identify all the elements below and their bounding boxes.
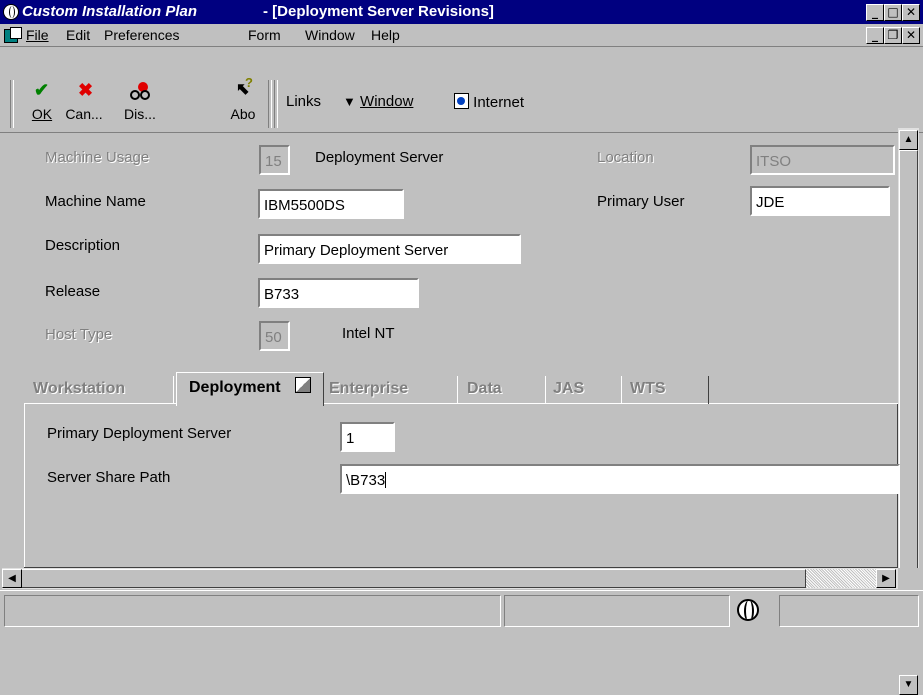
child-restore-button[interactable]: ❐ — [884, 27, 902, 44]
internet-button[interactable]: Internet — [454, 93, 524, 111]
host-type-field: 50 — [259, 321, 290, 351]
tab-jas[interactable]: JAS — [553, 374, 584, 404]
menu-edit[interactable]: Edit — [66, 27, 90, 43]
status-pane-middle — [504, 595, 730, 627]
checkmark-icon: ✔ — [34, 80, 50, 100]
description-field[interactable]: Primary Deployment Server — [258, 234, 521, 264]
toolbar: ✔ OK ✖ Can... Dis... ⬉? Abo Links ▼ Wind… — [0, 75, 923, 132]
internet-icon — [454, 93, 469, 109]
status-pane-main — [4, 595, 501, 627]
display-label: Dis... — [124, 106, 156, 122]
primary-deployment-server-field[interactable]: 1 — [340, 422, 395, 452]
tab-panel: Primary Deployment Server 1 Server Share… — [24, 404, 900, 568]
child-minimize-button[interactable]: _ — [866, 27, 884, 44]
host-type-description: Intel NT — [342, 325, 395, 342]
status-bar — [0, 590, 923, 631]
scroll-right-arrow[interactable]: ▶ — [876, 569, 896, 588]
title-bar[interactable]: Custom Installation Plan - [Deployment S… — [0, 0, 923, 24]
cancel-label: Can... — [65, 106, 103, 122]
tab-workstation[interactable]: Workstation — [33, 374, 125, 404]
horizontal-scrollbar[interactable]: ◀ ▶ — [2, 568, 898, 589]
window-dropdown[interactable]: ▼ Window — [343, 93, 413, 110]
server-share-path-label: Server Share Path — [47, 469, 171, 486]
about-button[interactable]: ⬉? Abo — [222, 75, 264, 128]
tab-corner-icon — [295, 377, 311, 393]
location-label: Location — [597, 149, 654, 166]
primary-deployment-server-label: Primary Deployment Server — [47, 425, 232, 442]
scroll-up-arrow[interactable]: ▲ — [899, 130, 918, 150]
primary-user-field[interactable]: JDE — [750, 186, 890, 216]
triangle-down-icon: ▼ — [343, 94, 356, 109]
vertical-scrollbar[interactable]: ▲ ▼ — [898, 128, 919, 695]
scroll-left-arrow[interactable]: ◀ — [2, 569, 22, 588]
machine-usage-label: Machine Usage — [45, 149, 150, 166]
menu-bar: File Edit Preferences Form Window Help _… — [0, 24, 923, 47]
window-app-title: Custom Installation Plan — [22, 3, 198, 20]
menu-file[interactable]: File — [26, 27, 49, 43]
window-label: Window — [360, 93, 414, 110]
menu-preferences[interactable]: Preferences — [104, 27, 179, 43]
window-doc-title: - [Deployment Server Revisions] — [263, 3, 494, 20]
tab-deployment-label: Deployment — [189, 379, 281, 396]
machine-name-field[interactable]: IBM5500DS — [258, 189, 404, 219]
document-icon[interactable] — [4, 27, 22, 43]
release-field[interactable]: B733 — [258, 278, 419, 308]
machine-usage-field: 15 — [259, 145, 290, 175]
tab-wts[interactable]: WTS — [630, 374, 666, 404]
links-label[interactable]: Links — [286, 93, 321, 110]
location-field: ITSO — [750, 145, 895, 175]
display-button[interactable]: Dis... — [116, 78, 164, 128]
machine-name-label: Machine Name — [45, 193, 146, 210]
help-cursor-icon: ⬉? — [236, 75, 253, 98]
tab-deployment[interactable]: Deployment — [176, 372, 324, 406]
ok-button[interactable]: ✔ OK — [18, 78, 66, 128]
maximize-button[interactable]: □ — [884, 4, 902, 21]
host-type-label: Host Type — [45, 326, 113, 343]
globe-status-icon — [737, 599, 759, 621]
text-cursor — [385, 472, 387, 488]
internet-label: Internet — [473, 94, 525, 111]
minimize-button[interactable]: _ — [866, 4, 884, 21]
primary-user-label: Primary User — [597, 193, 685, 210]
menu-form[interactable]: Form — [248, 27, 281, 43]
vertical-scroll-thumb[interactable] — [899, 150, 918, 580]
close-button[interactable]: ✕ — [902, 4, 920, 21]
tab-data[interactable]: Data — [467, 374, 502, 404]
horizontal-scroll-thumb[interactable] — [22, 569, 806, 588]
machine-usage-description: Deployment Server — [315, 149, 444, 166]
cancel-button[interactable]: ✖ Can... — [60, 78, 108, 128]
child-close-button[interactable]: ✕ — [902, 27, 920, 44]
menu-help[interactable]: Help — [371, 27, 400, 43]
server-share-path-field[interactable]: \B733 — [340, 464, 900, 494]
description-label: Description — [45, 237, 121, 254]
app-globe-icon[interactable] — [3, 4, 19, 20]
x-icon: ✖ — [78, 80, 94, 100]
glasses-icon — [130, 82, 150, 100]
ok-label: OK — [31, 106, 53, 122]
menu-window[interactable]: Window — [305, 27, 355, 43]
status-pane-right — [779, 595, 919, 627]
tab-enterprise[interactable]: Enterprise — [329, 374, 408, 404]
scroll-down-arrow[interactable]: ▼ — [899, 675, 918, 695]
server-share-path-value: \B733 — [346, 472, 386, 489]
about-label: Abo — [230, 106, 256, 122]
release-label: Release — [45, 283, 101, 300]
